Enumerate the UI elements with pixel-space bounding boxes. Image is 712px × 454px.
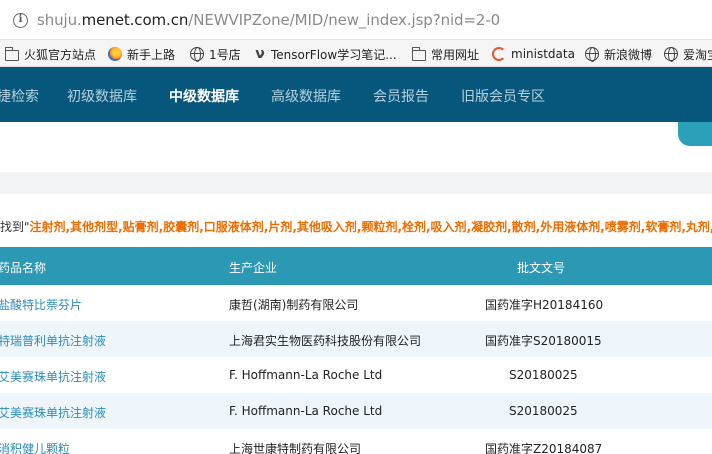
approval-number-cell: S20180025 — [509, 404, 578, 418]
drug-name-link[interactable]: 艾美赛珠单抗注射液 — [0, 368, 106, 385]
approval-number-cell: 国药准字S20180015 — [485, 334, 602, 348]
bookmark-label: 爱淘宝 — [683, 47, 712, 62]
drug-name-link[interactable]: 消积健儿颗粒 — [0, 440, 70, 454]
nav-quick-search[interactable]: 捷检索 — [0, 86, 39, 106]
ministdata-icon — [492, 47, 506, 61]
bookmark-weibo[interactable]: 新浪微博 — [585, 44, 652, 64]
nav-intermediate-db[interactable]: 中级数据库 — [169, 86, 239, 106]
site-nav: 捷检索 初级数据库 中级数据库 高级数据库 会员报告 旧版会员专区 — [0, 67, 712, 122]
filter-band — [0, 172, 712, 194]
approval-number-cell: S20180025 — [509, 368, 578, 382]
bookmark-ministdata[interactable]: ministdata — [492, 44, 575, 64]
approval-number-cell: 国药准字H20184160 — [485, 298, 604, 312]
bookmark-changyong[interactable]: 常用网址 — [412, 44, 479, 64]
firefox-icon — [108, 47, 122, 61]
table-row: 艾美赛珠单抗注射液 F. Hoffmann-La Roche Ltd S2018… — [0, 357, 712, 393]
table-row: 盐酸特比萘芬片 康哲(湖南)制药有限公司 国药准字H20184160 — [0, 285, 712, 321]
table-row: 艾美赛珠单抗注射液 F. Hoffmann-La Roche Ltd S2018… — [0, 393, 712, 429]
url-field[interactable]: shuju.menet.com.cn/NEWVIPZone/MID/new_in… — [37, 11, 500, 29]
globe-icon — [190, 47, 204, 62]
bookmark-label: 火狐官方站点 — [24, 47, 97, 62]
bookmark-xinshou[interactable]: 新手上路 — [108, 44, 175, 64]
folder-icon — [5, 46, 19, 61]
bookmark-tensorflow[interactable]: ν TensorFlow学习笔记... — [254, 44, 397, 64]
approval-number-cell: 国药准字Z20184087 — [485, 442, 603, 454]
result-prefix: 找到" — [0, 220, 30, 234]
bookmark-label: 新手上路 — [127, 47, 176, 62]
bookmark-label: TensorFlow学习笔记... — [271, 47, 397, 62]
url-path: /NEWVIPZone/MID/new_index.jsp?nid=2-0 — [188, 11, 501, 29]
address-bar[interactable]: i shuju.menet.com.cn/NEWVIPZone/MID/new_… — [0, 0, 712, 40]
info-icon[interactable]: i — [13, 13, 28, 28]
table-header: 药品名称 生产企业 批文文号 — [0, 247, 712, 285]
nav-basic-db[interactable]: 初级数据库 — [67, 86, 137, 106]
folder-icon — [412, 46, 426, 61]
manufacturer-cell: 康哲(湖南)制药有限公司 — [229, 298, 359, 312]
drug-name-link[interactable]: 特瑞普利单抗注射液 — [0, 332, 106, 349]
bookmarks-toolbar: 火狐官方站点 新手上路 1号店 ν TensorFlow学习笔记... 常用网址… — [0, 40, 712, 67]
url-prefix: shuju. — [37, 11, 82, 29]
bookmark-label: 常用网址 — [431, 47, 480, 62]
globe-icon — [664, 47, 678, 62]
result-dosage-types: 注射剂,其他剂型,贴膏剂,胶囊剂,口服液体剂,片剂,其他吸入剂,颗粒剂,栓剂,吸… — [29, 220, 712, 234]
nav-member-reports[interactable]: 会员报告 — [373, 86, 429, 106]
manufacturer-cell: F. Hoffmann-La Roche Ltd — [229, 404, 383, 418]
bookmark-label: 1号店 — [209, 47, 241, 62]
manufacturer-cell: F. Hoffmann-La Roche Ltd — [229, 368, 383, 382]
tensorflow-icon: ν — [255, 46, 265, 62]
result-summary: 找到"注射剂,其他剂型,贴膏剂,胶囊剂,口服液体剂,片剂,其他吸入剂,颗粒剂,栓… — [0, 218, 712, 235]
table-row: 特瑞普利单抗注射液 上海君实生物医药科技股份有限公司 国药准字S20180015 — [0, 321, 712, 357]
globe-icon — [585, 47, 599, 62]
column-header-drug-name[interactable]: 药品名称 — [0, 259, 46, 276]
nav-legacy-member-zone[interactable]: 旧版会员专区 — [461, 86, 545, 106]
column-header-manufacturer[interactable]: 生产企业 — [229, 259, 277, 276]
nav-advanced-db[interactable]: 高级数据库 — [271, 86, 341, 106]
bookmark-label: ministdata — [511, 47, 575, 61]
manufacturer-cell: 上海世康特制药有限公司 — [229, 442, 362, 454]
table-row: 消积健儿颗粒 上海世康特制药有限公司 国药准字Z20184087 — [0, 429, 712, 454]
url-domain: menet.com.cn — [81, 11, 189, 29]
manufacturer-cell: 上海君实生物医药科技股份有限公司 — [229, 334, 422, 348]
bookmark-huohu[interactable]: 火狐官方站点 — [5, 44, 96, 64]
column-header-approval-number[interactable]: 批文文号 — [517, 259, 565, 276]
bookmark-1haodian[interactable]: 1号店 — [190, 44, 241, 64]
bookmark-label: 新浪微博 — [604, 47, 653, 62]
drug-name-link[interactable]: 盐酸特比萘芬片 — [0, 296, 82, 313]
drug-name-link[interactable]: 艾美赛珠单抗注射液 — [0, 404, 106, 421]
action-pill-button[interactable] — [678, 122, 712, 146]
bookmark-aitaobao[interactable]: 爱淘宝 — [664, 44, 712, 64]
